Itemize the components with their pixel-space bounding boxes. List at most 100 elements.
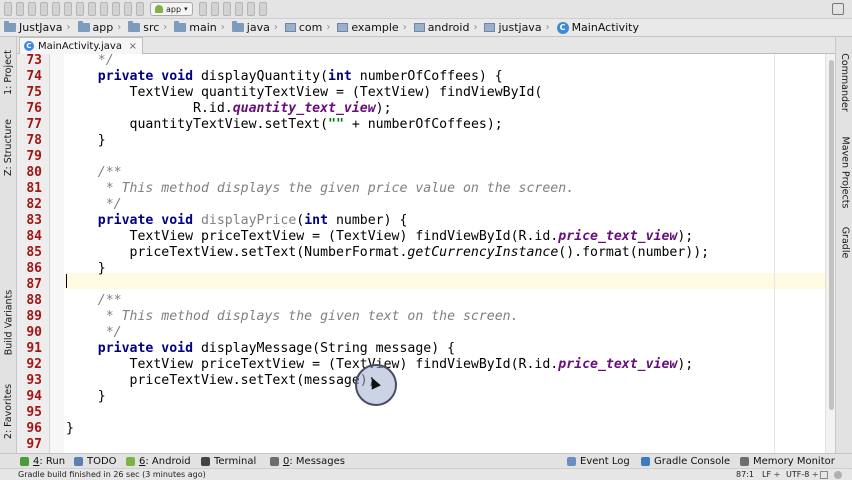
- tool-button-run[interactable]: 4: Run: [20, 454, 65, 469]
- tool-tab-structure[interactable]: Z: Structure: [1, 111, 16, 183]
- line-number: 83: [26, 213, 42, 228]
- toolbar-sdk-manager-button[interactable]: [234, 2, 243, 16]
- inspector-icon[interactable]: [834, 471, 842, 479]
- messages-icon: [270, 457, 279, 466]
- breadcrumb-item-example[interactable]: example ›: [333, 19, 409, 36]
- editor-scrollbar[interactable]: [825, 54, 835, 453]
- breadcrumb-separator-icon: ›: [473, 22, 478, 33]
- code-line: 75 TextView quantityTextView = (TextView…: [17, 85, 825, 101]
- tool-tab-maven-projects[interactable]: Maven Projects: [837, 129, 852, 215]
- run-config-label: app: [166, 4, 182, 14]
- scrollbar-thumb[interactable]: [829, 60, 834, 410]
- run-config-selector[interactable]: app ▾: [150, 2, 193, 16]
- event-log-icon: [567, 457, 576, 466]
- editor-tab-mainactivity[interactable]: C MainActivity.java ×: [19, 37, 143, 54]
- toolbar-paste-button[interactable]: [88, 2, 96, 16]
- tool-button-terminal[interactable]: Terminal: [201, 454, 256, 469]
- status-message[interactable]: Gradle build finished in 26 sec (3 minut…: [18, 470, 206, 479]
- restore-layout-icon[interactable]: [832, 3, 844, 15]
- code-line: 96}: [17, 421, 825, 437]
- encoding-selector[interactable]: UTF-8 ÷: [786, 470, 819, 479]
- line-number: 86: [26, 261, 42, 276]
- toolbar-undo-button[interactable]: [40, 2, 48, 16]
- line-number: 76: [26, 101, 42, 116]
- tool-tab-gradle[interactable]: Gradle: [837, 219, 852, 265]
- code-text: }: [66, 261, 106, 277]
- line-separator-selector[interactable]: LF ÷: [762, 470, 780, 479]
- tool-button-messages[interactable]: 0: Messages: [270, 454, 345, 469]
- close-icon[interactable]: ×: [129, 41, 137, 52]
- code-text: /**: [66, 165, 122, 181]
- breadcrumb-item-justjava[interactable]: JustJava ›: [0, 19, 74, 36]
- toolbar-run-button[interactable]: [198, 2, 207, 16]
- breadcrumb-label: example: [351, 21, 399, 34]
- code-line: 78 }: [17, 133, 825, 149]
- toolbar-avd-manager-button[interactable]: [246, 2, 255, 16]
- code-line: 80 /**: [17, 165, 825, 181]
- breadcrumb-item-main[interactable]: main ›: [170, 19, 227, 36]
- breadcrumb-item-java[interactable]: java ›: [228, 19, 281, 36]
- toolbar-open-button[interactable]: [4, 2, 12, 16]
- breadcrumb-label: justjava: [498, 21, 542, 34]
- editor-tab-bar: C MainActivity.java ×: [17, 37, 835, 54]
- toolbar-copy-button[interactable]: [76, 2, 84, 16]
- package-icon: [413, 23, 425, 32]
- line-number: 92: [26, 357, 42, 372]
- toolbar-redo-button[interactable]: [52, 2, 60, 16]
- toolbar-cut-button[interactable]: [64, 2, 72, 16]
- tool-tab-favorites[interactable]: 2: Favorites: [1, 375, 16, 447]
- breadcrumb-label: src: [143, 21, 160, 34]
- toolbar-replace-button[interactable]: [112, 2, 120, 16]
- code-token: price_text_view: [558, 357, 678, 372]
- breadcrumb-item-android[interactable]: android ›: [410, 19, 481, 36]
- toolbar-stop-button[interactable]: [222, 2, 231, 16]
- line-number: 75: [26, 85, 42, 100]
- code-text: priceTextView.setText(NumberFormat.getCu…: [66, 245, 710, 261]
- android-icon: [155, 5, 163, 13]
- tool-tab-project[interactable]: 1: Project: [1, 41, 16, 103]
- line-number: 78: [26, 133, 42, 148]
- breadcrumb-item-justjava[interactable]: justjava ›: [480, 19, 552, 36]
- tool-button-android[interactable]: 6: Android: [126, 454, 191, 469]
- code-text: TextView quantityTextView = (TextView) f…: [66, 85, 543, 101]
- tool-button-todo[interactable]: TODO: [74, 454, 117, 469]
- code-line: 81 * This method displays the given pric…: [17, 181, 825, 197]
- code-token: TextView priceTextView = (TextView) find…: [66, 229, 559, 244]
- toolbar-sync-button[interactable]: [28, 2, 36, 16]
- memory-monitor-icon: [740, 457, 749, 466]
- caret-position[interactable]: 87:1: [736, 470, 754, 479]
- code-editor[interactable]: 73 */74 private void displayQuantity(int…: [17, 54, 835, 453]
- lock-icon[interactable]: [820, 471, 828, 479]
- line-number: 94: [26, 389, 42, 404]
- toolbar-help-button[interactable]: [258, 2, 267, 16]
- code-text: * This method displays the given text on…: [66, 309, 519, 325]
- tool-tab-build-variants[interactable]: Build Variants: [1, 282, 16, 362]
- tool-button-event-log[interactable]: Event Log: [567, 454, 630, 469]
- breadcrumb-item-com[interactable]: com ›: [281, 19, 334, 36]
- tool-tab-commander[interactable]: Commander: [837, 51, 852, 113]
- breadcrumb-item-mainactivity[interactable]: C MainActivity: [553, 19, 642, 36]
- android-studio-window: app ▾ JustJava › app › src › main › java › com › exa…: [0, 0, 852, 480]
- toolbar-forward-button[interactable]: [136, 2, 144, 16]
- line-number: 81: [26, 181, 42, 196]
- line-number: 87: [26, 277, 42, 292]
- line-number: 93: [26, 373, 42, 388]
- code-token: }: [66, 421, 74, 436]
- tool-button-memory-monitor[interactable]: Memory Monitor: [740, 454, 835, 469]
- breadcrumb-label: MainActivity: [571, 21, 639, 34]
- toolbar-debug-button[interactable]: [210, 2, 219, 16]
- code-line: 87: [17, 277, 825, 293]
- toolbar-back-button[interactable]: [124, 2, 132, 16]
- breadcrumb-item-src[interactable]: src ›: [124, 19, 170, 36]
- toolbar-save-button[interactable]: [16, 2, 24, 16]
- toolbar-find-button[interactable]: [100, 2, 108, 16]
- breadcrumb-item-app[interactable]: app ›: [74, 19, 125, 36]
- code-line: 76 R.id.quantity_text_view);: [17, 101, 825, 117]
- code-text: */: [66, 54, 114, 69]
- code-area[interactable]: 73 */74 private void displayQuantity(int…: [17, 54, 825, 453]
- tool-button-gradle-console[interactable]: Gradle Console: [641, 454, 730, 469]
- code-token: numberOfCoffees) {: [359, 69, 503, 84]
- code-token: int: [328, 69, 360, 84]
